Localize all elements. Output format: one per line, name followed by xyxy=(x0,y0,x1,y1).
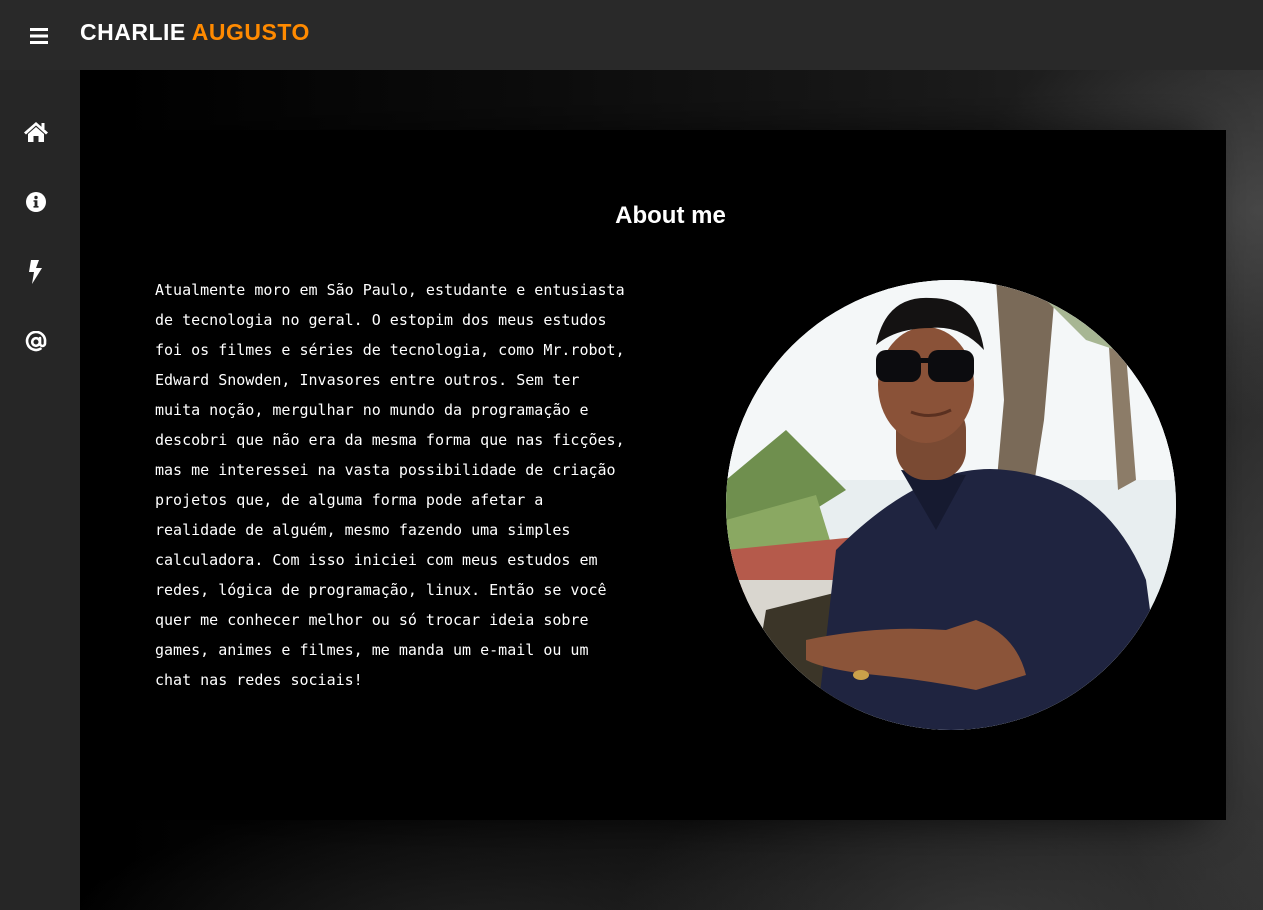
home-icon xyxy=(24,121,48,148)
section-title: About me xyxy=(615,202,726,229)
about-section: About me Atualmente moro em São Paulo, e… xyxy=(115,130,1226,820)
bolt-icon xyxy=(28,259,44,289)
top-bar: CHARLIE AUGUSTO xyxy=(0,0,1263,70)
about-text: Atualmente moro em São Paulo, estudante … xyxy=(155,281,625,689)
brand-first-name: CHARLIE xyxy=(80,19,186,45)
sidebar-nav xyxy=(0,70,80,910)
profile-photo xyxy=(726,280,1176,730)
site-brand[interactable]: CHARLIE AUGUSTO xyxy=(80,19,310,46)
sidebar-item-skills[interactable] xyxy=(22,259,50,289)
hamburger-icon[interactable] xyxy=(27,25,51,47)
sidebar-item-about[interactable] xyxy=(22,190,50,218)
sidebar-item-contact[interactable] xyxy=(22,330,50,358)
main-content: About me Atualmente moro em São Paulo, e… xyxy=(80,70,1263,910)
brand-last-name: AUGUSTO xyxy=(191,19,310,45)
info-icon xyxy=(25,191,47,218)
sidebar-item-home[interactable] xyxy=(22,120,50,148)
at-icon xyxy=(25,330,47,358)
